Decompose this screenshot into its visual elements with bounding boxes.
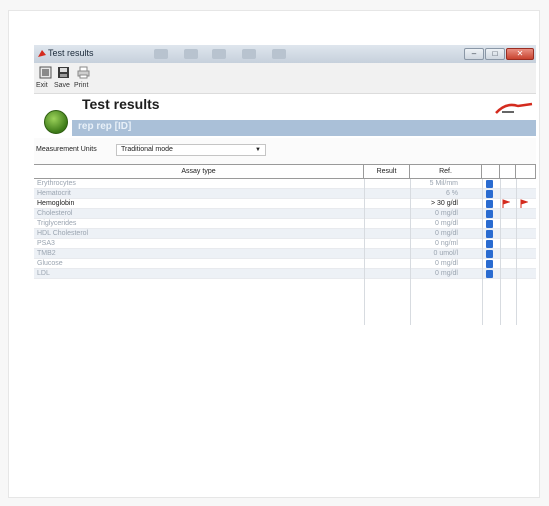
info-icon[interactable] <box>486 270 493 278</box>
assay-result: 6 % <box>445 190 458 197</box>
assay-name: Hemoglobin <box>37 200 75 207</box>
page-title: Test results <box>82 96 160 112</box>
window-title: Test results <box>48 48 94 58</box>
assay-name: Glucose <box>37 260 63 267</box>
flag-icon[interactable] <box>520 199 528 208</box>
table-row[interactable]: Hemoglobin > 30 g/dl <box>34 199 536 209</box>
save-button[interactable]: Save <box>54 65 76 93</box>
measurement-units-row: Measurement Units Traditional mode ▼ <box>34 142 536 158</box>
info-icon[interactable] <box>486 220 493 228</box>
assay-name: Triglycerides <box>37 220 77 227</box>
info-icon[interactable] <box>486 240 493 248</box>
info-icon[interactable] <box>486 250 493 258</box>
exit-icon <box>39 66 52 79</box>
print-label: Print <box>74 82 89 89</box>
chevron-down-icon: ▼ <box>255 147 261 153</box>
table-row[interactable]: TMB2 0 umol/l <box>34 249 536 259</box>
title-bar: Test results – □ ✕ <box>34 45 536 63</box>
info-icon[interactable] <box>486 260 493 268</box>
column-divider <box>410 179 411 325</box>
assay-result: 0 mg/dl <box>435 230 458 237</box>
table-row[interactable]: PSA3 0 ng/ml <box>34 239 536 249</box>
column-divider <box>516 179 517 325</box>
table-row[interactable]: Glucose 0 mg/dl <box>34 259 536 269</box>
column-divider <box>364 179 365 325</box>
assay-result: 0 mg/dl <box>435 260 458 267</box>
page-header: Test results rep rep [ID] <box>34 94 536 138</box>
info-icon[interactable] <box>486 210 493 218</box>
table-row[interactable]: Cholesterol 0 mg/dl <box>34 209 536 219</box>
patient-bar: rep rep [ID] <box>72 120 536 136</box>
assay-name: TMB2 <box>37 250 56 257</box>
assay-name: Cholesterol <box>37 210 73 217</box>
column-divider <box>482 179 483 325</box>
assay-result: 0 umol/l <box>433 250 458 257</box>
assay-result: 0 ng/ml <box>435 240 458 247</box>
assay-result: 0 mg/dl <box>435 270 458 277</box>
info-icon[interactable] <box>486 180 493 188</box>
assay-result: 0 mg/dl <box>435 220 458 227</box>
assay-name: LDL <box>37 270 50 277</box>
minimize-button[interactable]: – <box>464 48 484 60</box>
assay-result: 0 mg/dl <box>435 210 458 217</box>
assay-result: 5 Mil/mm <box>429 180 458 187</box>
print-button[interactable]: Print <box>74 65 96 93</box>
measurement-units-select[interactable]: Traditional mode ▼ <box>116 144 266 156</box>
column-divider <box>500 179 501 325</box>
table-row[interactable]: Triglycerides 0 mg/dl <box>34 219 536 229</box>
table-row[interactable]: Erythrocytes 5 Mil/mm <box>34 179 536 189</box>
column-header-extra <box>516 165 536 179</box>
titlebar-decoration <box>242 49 256 59</box>
column-header-ref[interactable]: Ref. <box>410 165 482 179</box>
brand-logo <box>495 102 533 114</box>
info-icon[interactable] <box>486 200 493 208</box>
patient-avatar-icon <box>44 110 68 134</box>
print-icon <box>77 66 90 79</box>
patient-name: rep rep [ID] <box>78 121 132 132</box>
info-icon[interactable] <box>486 230 493 238</box>
titlebar-decoration <box>272 49 286 59</box>
column-header-info <box>482 165 500 179</box>
save-label: Save <box>54 82 70 89</box>
screenshot-window: Test results – □ ✕ Exit Save Print Test … <box>34 45 536 325</box>
save-icon <box>58 67 69 78</box>
info-icon[interactable] <box>486 190 493 198</box>
measurement-units-label: Measurement Units <box>36 146 97 153</box>
assay-name: PSA3 <box>37 240 55 247</box>
assay-name: HDL Cholesterol <box>37 230 89 237</box>
app-icon <box>38 50 46 57</box>
titlebar-decoration <box>154 49 168 59</box>
measurement-units-value: Traditional mode <box>121 146 173 153</box>
table-row[interactable]: LDL 0 mg/dl <box>34 269 536 279</box>
column-header-flag <box>500 165 516 179</box>
column-header-assay[interactable]: Assay type <box>34 165 364 179</box>
column-header-result[interactable]: Result <box>364 165 410 179</box>
maximize-button[interactable]: □ <box>485 48 505 60</box>
table-row[interactable]: HDL Cholesterol 0 mg/dl <box>34 229 536 239</box>
exit-label: Exit <box>36 82 48 89</box>
toolbar: Exit Save Print <box>34 63 536 94</box>
flag-icon[interactable] <box>502 199 510 208</box>
assay-result: > 30 g/dl <box>430 200 458 207</box>
titlebar-decoration <box>184 49 198 59</box>
titlebar-decoration <box>212 49 226 59</box>
table-row[interactable]: Hematocrit 6 % <box>34 189 536 199</box>
image-frame: Test results – □ ✕ Exit Save Print Test … <box>8 10 540 498</box>
results-table: Assay type Result Ref. Erythrocytes 5 Mil… <box>34 164 536 325</box>
assay-name: Hematocrit <box>37 190 71 197</box>
close-button[interactable]: ✕ <box>506 48 534 60</box>
assay-name: Erythrocytes <box>37 180 76 187</box>
